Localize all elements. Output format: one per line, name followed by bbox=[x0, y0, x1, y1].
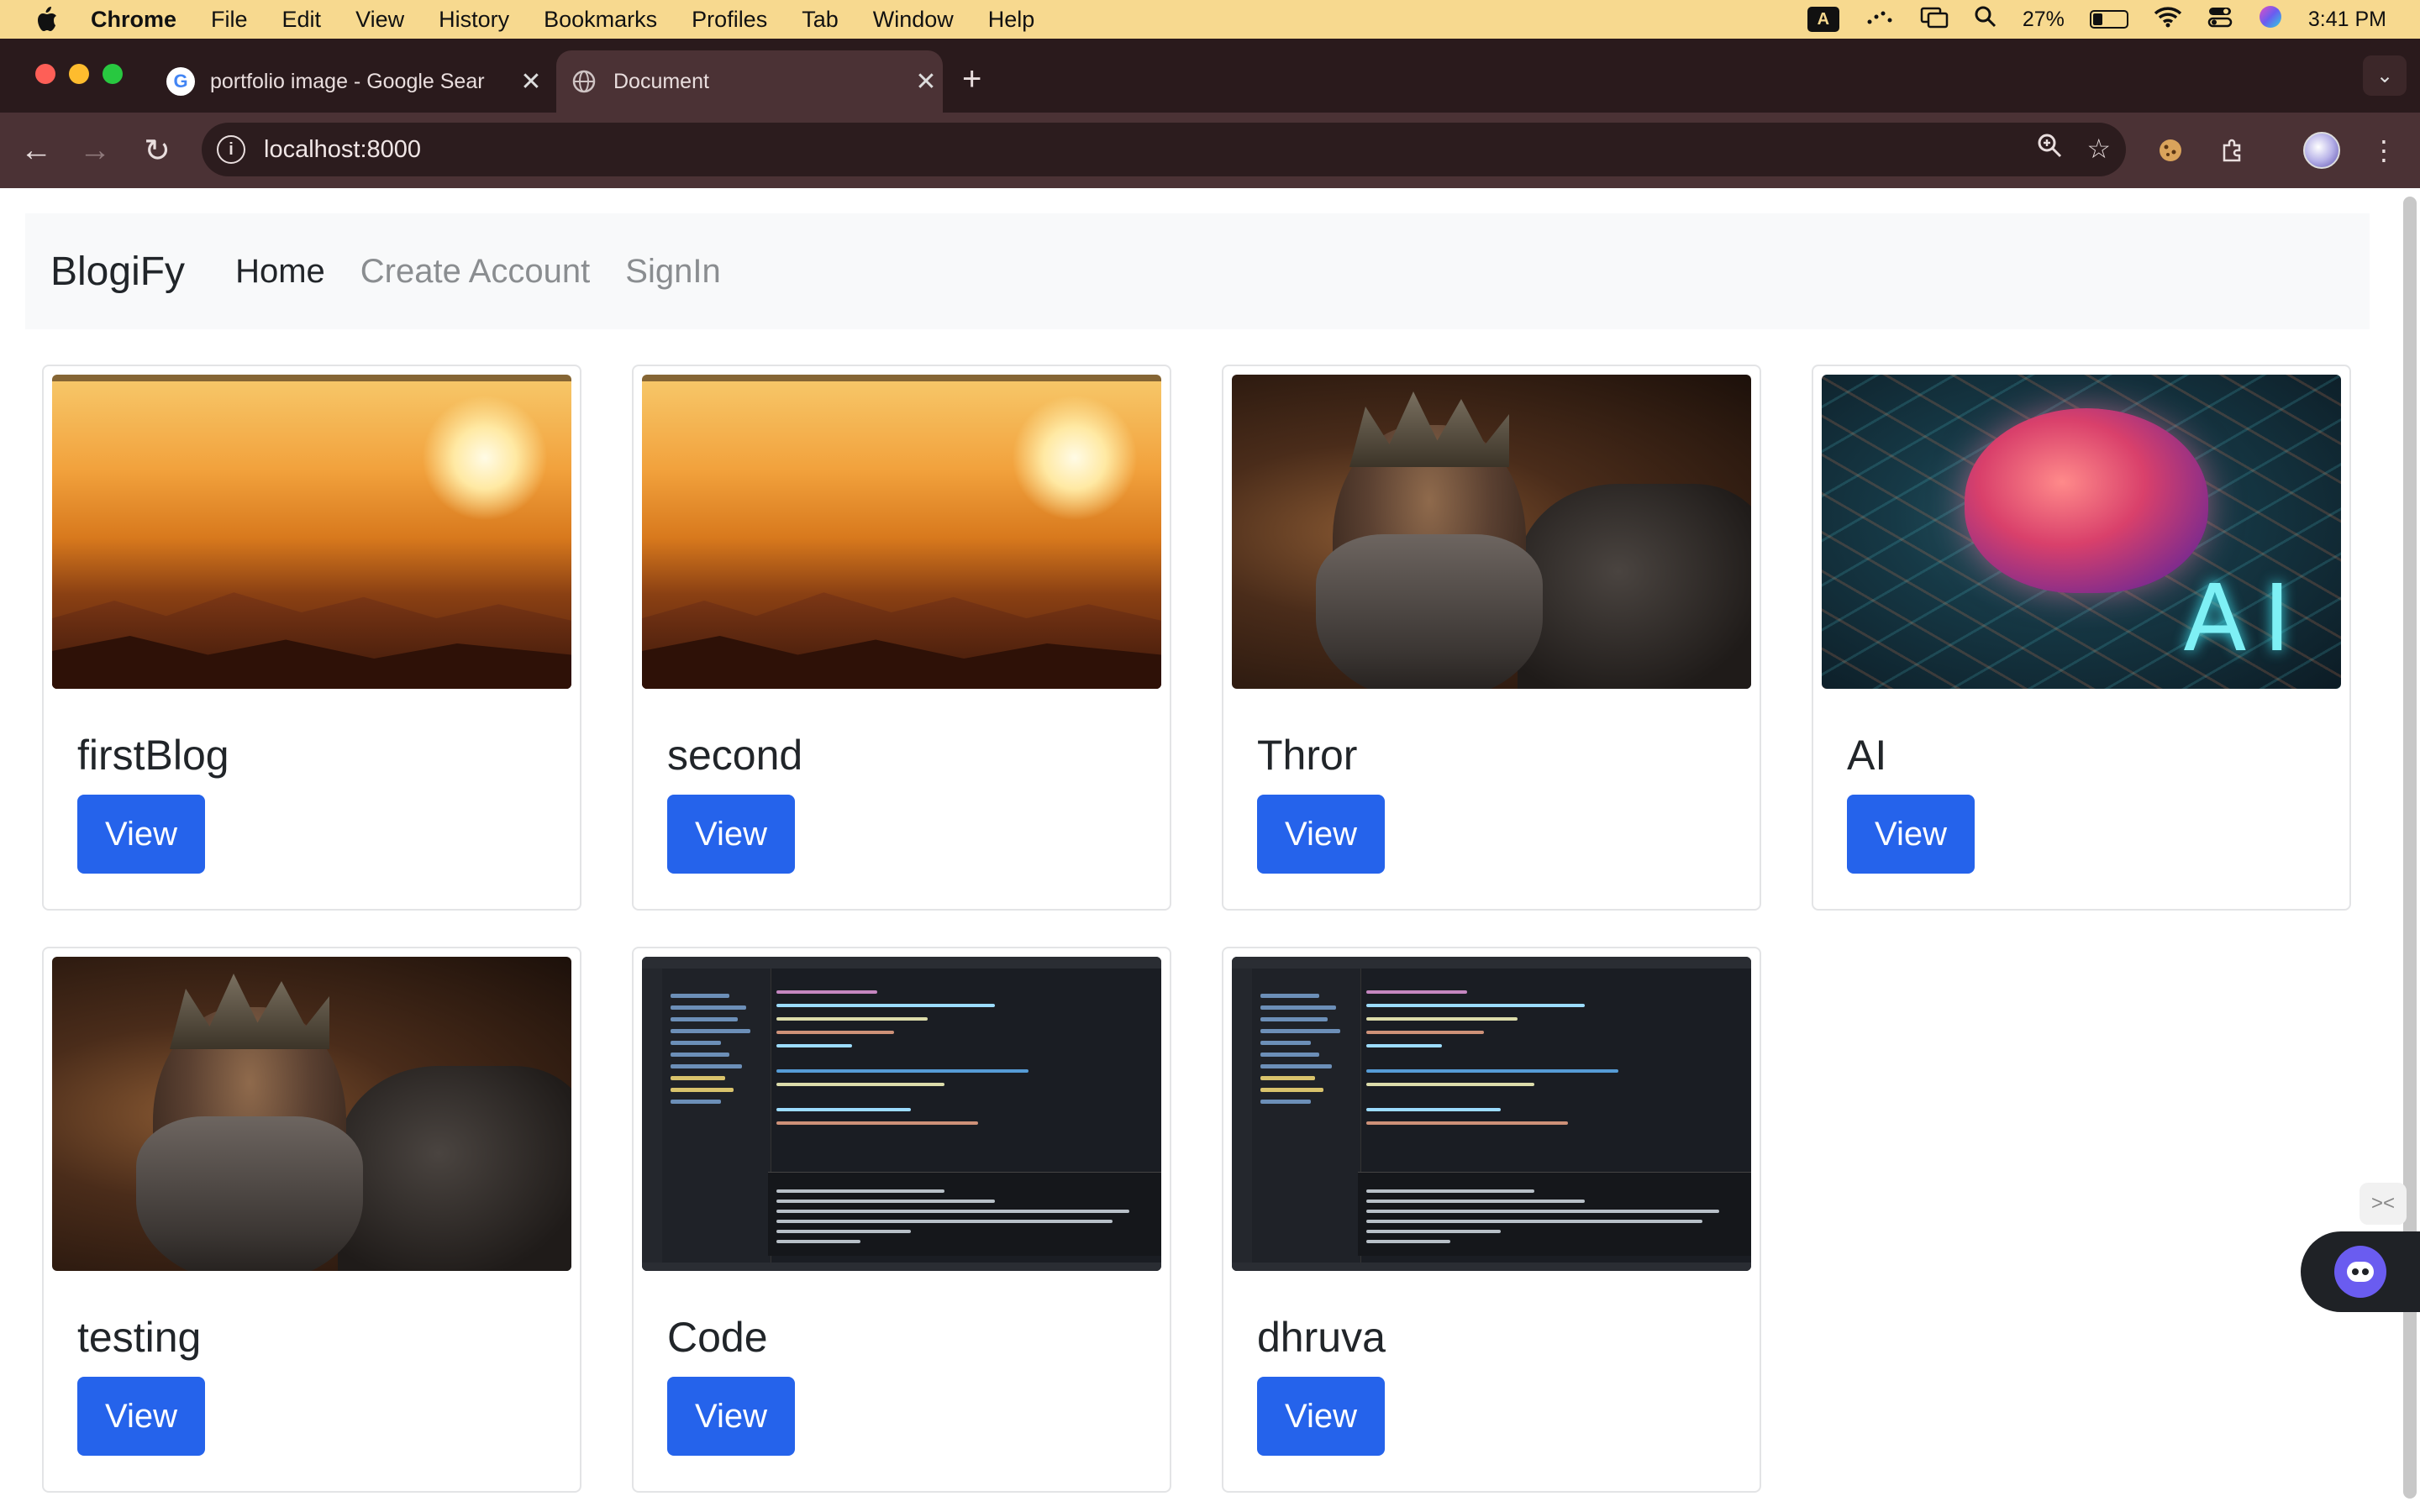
wifi-icon[interactable] bbox=[2154, 6, 2182, 34]
menu-edit[interactable]: Edit bbox=[282, 7, 322, 33]
tab-google-search[interactable]: G portfolio image - Google Sear ✕ bbox=[153, 50, 548, 113]
blog-card: dhruva View bbox=[1222, 947, 1761, 1493]
forward-arrow-icon[interactable]: → bbox=[72, 128, 118, 173]
cookie-extension-icon[interactable] bbox=[2148, 128, 2193, 173]
bookmark-star-icon[interactable]: ☆ bbox=[2086, 133, 2111, 165]
blog-title: dhruva bbox=[1257, 1314, 1386, 1361]
collapse-widget-icon[interactable]: >< bbox=[2360, 1183, 2407, 1225]
floating-assistant-widget[interactable] bbox=[2301, 1231, 2420, 1312]
blog-card: AI AI View bbox=[1812, 365, 2351, 911]
nav-signin[interactable]: SignIn bbox=[625, 253, 720, 291]
view-button[interactable]: View bbox=[667, 1377, 795, 1456]
browser-tab-strip: G portfolio image - Google Sear ✕ Docume… bbox=[0, 39, 2420, 113]
reload-icon[interactable]: ↻ bbox=[134, 128, 180, 173]
profile-avatar[interactable] bbox=[2299, 128, 2344, 173]
blog-card: testing View bbox=[42, 947, 581, 1493]
nav-home[interactable]: Home bbox=[235, 253, 325, 291]
menu-bookmarks[interactable]: Bookmarks bbox=[544, 7, 657, 33]
blog-image-ai-brain: AI bbox=[1822, 375, 2341, 689]
view-button[interactable]: View bbox=[77, 795, 205, 874]
blog-card: Code View bbox=[632, 947, 1171, 1493]
menu-history[interactable]: History bbox=[439, 7, 509, 33]
clock[interactable]: 3:41 PM bbox=[2308, 8, 2386, 32]
siri-icon[interactable] bbox=[2258, 4, 2283, 35]
google-icon: G bbox=[166, 67, 195, 96]
view-button[interactable]: View bbox=[1257, 1377, 1385, 1456]
image-overlay-text: AI bbox=[2183, 564, 2307, 672]
window-close-button[interactable] bbox=[35, 64, 55, 84]
battery-percent: 27% bbox=[2022, 7, 2065, 31]
blog-title: second bbox=[667, 732, 803, 779]
avatar-icon bbox=[2303, 132, 2340, 169]
menu-app-name[interactable]: Chrome bbox=[91, 7, 176, 33]
blog-title: AI bbox=[1847, 732, 1887, 779]
assistant-bot-icon bbox=[2334, 1246, 2386, 1298]
back-arrow-icon[interactable]: ← bbox=[13, 128, 59, 173]
address-bar[interactable]: i localhost:8000 ☆ bbox=[202, 123, 2126, 176]
view-button[interactable]: View bbox=[1257, 795, 1385, 874]
close-tab-icon[interactable]: ✕ bbox=[909, 67, 943, 97]
tab-search-chevron-icon[interactable]: ⌄ bbox=[2363, 55, 2407, 96]
menu-profiles[interactable]: Profiles bbox=[692, 7, 767, 33]
menu-tab[interactable]: Tab bbox=[802, 7, 839, 33]
blog-image-sunset bbox=[52, 375, 571, 689]
close-tab-icon[interactable]: ✕ bbox=[514, 67, 548, 97]
blog-image-sunset bbox=[642, 375, 1161, 689]
tab-title: portfolio image - Google Sear bbox=[210, 69, 485, 93]
site-navbar: BlogiFy Home Create Account SignIn bbox=[25, 213, 2370, 329]
apple-logo-icon[interactable] bbox=[34, 5, 67, 34]
window-minimize-button[interactable] bbox=[69, 64, 89, 84]
input-source-icon[interactable]: A bbox=[1807, 7, 1839, 32]
tab-title: Document bbox=[613, 69, 709, 93]
battery-icon[interactable] bbox=[2089, 10, 2128, 29]
menubar-status-area: A 27% 3:41 PM bbox=[1807, 0, 2386, 39]
menu-help[interactable]: Help bbox=[988, 7, 1035, 33]
control-center-icon[interactable] bbox=[2207, 5, 2233, 34]
battery-fill bbox=[2092, 13, 2103, 25]
macos-menubar: Chrome File Edit View History Bookmarks … bbox=[0, 0, 2420, 39]
blog-image-dwarf bbox=[1232, 375, 1751, 689]
nav-create-account[interactable]: Create Account bbox=[360, 253, 591, 291]
site-brand[interactable]: BlogiFy bbox=[50, 249, 185, 295]
blog-image-code-editor bbox=[642, 957, 1161, 1271]
view-button[interactable]: View bbox=[77, 1377, 205, 1456]
blog-image-dwarf bbox=[52, 957, 571, 1271]
blog-card: Thror View bbox=[1222, 365, 1761, 911]
extensions-puzzle-icon[interactable] bbox=[2210, 128, 2255, 173]
url-text[interactable]: localhost:8000 bbox=[264, 136, 421, 164]
new-tab-plus-icon[interactable]: + bbox=[962, 60, 981, 98]
blog-title: Thror bbox=[1257, 732, 1358, 779]
view-button[interactable]: View bbox=[1847, 795, 1975, 874]
menu-view[interactable]: View bbox=[355, 7, 404, 33]
blog-card: second View bbox=[632, 365, 1171, 911]
chrome-menu-icon[interactable]: ⋮ bbox=[2361, 128, 2407, 173]
menu-file[interactable]: File bbox=[211, 7, 248, 33]
browser-toolbar: ← → ↻ i localhost:8000 ☆ ⋮ bbox=[0, 113, 2420, 188]
zoom-icon[interactable] bbox=[2037, 133, 2062, 165]
blog-title: Code bbox=[667, 1314, 768, 1361]
site-info-icon[interactable]: i bbox=[217, 135, 245, 164]
view-button[interactable]: View bbox=[667, 795, 795, 874]
menu-window[interactable]: Window bbox=[873, 7, 954, 33]
blog-title: testing bbox=[77, 1314, 202, 1361]
window-zoom-button[interactable] bbox=[103, 64, 123, 84]
blog-title: firstBlog bbox=[77, 732, 229, 779]
tab-document[interactable]: Document ✕ bbox=[556, 50, 943, 113]
spotlight-search-icon[interactable] bbox=[1974, 5, 1997, 34]
blog-card: firstBlog View bbox=[42, 365, 581, 911]
page-viewport: BlogiFy Home Create Account SignIn first… bbox=[0, 188, 2420, 1512]
screen-mirroring-icon[interactable] bbox=[1920, 5, 1949, 34]
globe-icon bbox=[570, 67, 598, 96]
dots-icon[interactable] bbox=[1865, 7, 1895, 33]
blog-image-code-editor bbox=[1232, 957, 1751, 1271]
